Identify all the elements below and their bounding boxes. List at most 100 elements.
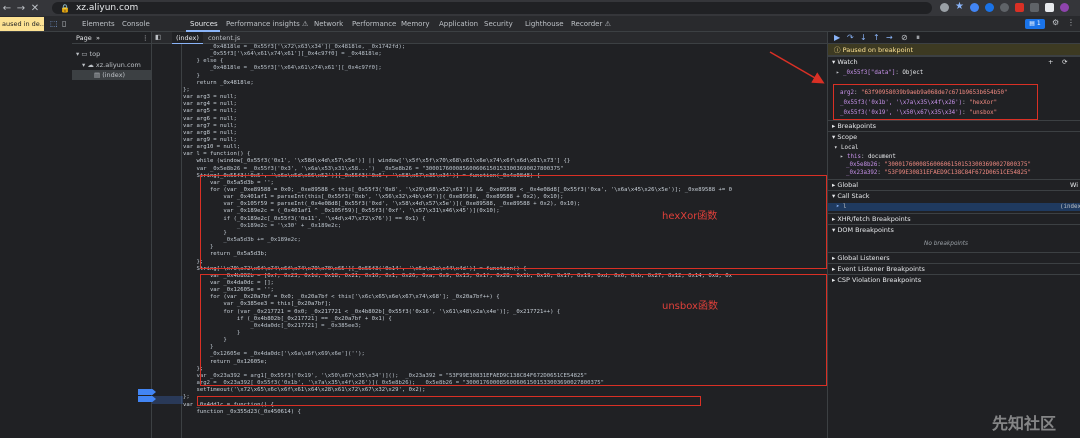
tree-item-top[interactable]: ▾ ▭ top	[76, 49, 100, 59]
inspect-icon[interactable]: ⬚	[50, 19, 58, 28]
tab-recorder[interactable]: Recorder ⚠	[571, 16, 621, 32]
breakpoints-section-header[interactable]: ▸ Breakpoints	[828, 120, 1080, 131]
step-icon[interactable]: →	[886, 33, 893, 42]
line-number[interactable]	[152, 309, 180, 316]
scope-item[interactable]: _0x5e8b26: "3000176000856006061501533003…	[846, 161, 1031, 169]
editor-tab-contentjs[interactable]: content.js	[208, 32, 240, 44]
callstack-frame[interactable]: ➤ l (index	[828, 203, 1080, 211]
device-icon[interactable]: ▯	[62, 19, 66, 28]
pause-on-exceptions-icon[interactable]: ⏸	[916, 33, 920, 43]
forward-icon[interactable]: →	[14, 3, 28, 14]
line-number[interactable]	[152, 344, 180, 351]
line-number[interactable]	[152, 259, 180, 266]
tab-performance-insights[interactable]: Performance insights ⚠	[226, 16, 310, 32]
line-number[interactable]	[152, 137, 180, 144]
refresh-icon[interactable]: ⟳	[1062, 57, 1067, 68]
line-number[interactable]	[152, 158, 180, 165]
line-number[interactable]	[152, 44, 180, 51]
line-number[interactable]	[152, 208, 180, 215]
tab-application[interactable]: Application	[439, 16, 485, 32]
line-number[interactable]	[152, 294, 180, 301]
global-listeners-header[interactable]: ▸ Global Listeners	[828, 252, 1080, 263]
line-number[interactable]	[152, 65, 180, 72]
line-number[interactable]	[152, 301, 180, 308]
line-number[interactable]	[152, 94, 180, 101]
add-icon[interactable]: +	[1048, 57, 1053, 68]
line-number[interactable]	[152, 323, 180, 330]
scope-item[interactable]: ▸ this: document	[840, 153, 896, 161]
issues-badge[interactable]: ▤ 1	[1025, 19, 1045, 29]
scope-local[interactable]: ▾ Local	[834, 144, 858, 152]
share-icon[interactable]	[940, 3, 949, 12]
tab-console[interactable]: Console	[122, 16, 156, 32]
line-number[interactable]	[152, 287, 180, 294]
event-listener-breakpoints-header[interactable]: ▸ Event Listener Breakpoints	[828, 263, 1080, 274]
more-tabs-icon[interactable]: »	[96, 32, 100, 44]
tab-security[interactable]: Security	[484, 16, 518, 32]
line-number[interactable]	[152, 330, 180, 337]
step-out-icon[interactable]: ↑	[873, 33, 880, 42]
line-number[interactable]	[152, 251, 180, 258]
scope-section-header[interactable]: ▾ Scope	[828, 131, 1080, 142]
tab-lighthouse[interactable]: Lighthouse	[525, 16, 569, 32]
tab-memory[interactable]: Memory	[401, 16, 435, 32]
puzzle-icon[interactable]	[1030, 3, 1039, 12]
line-number-gutter[interactable]	[152, 44, 182, 438]
more-icon[interactable]: ⋮	[1067, 18, 1075, 27]
line-number[interactable]	[152, 51, 180, 58]
editor-tab-index[interactable]: (index)	[172, 32, 203, 44]
line-number[interactable]	[152, 101, 180, 108]
line-number[interactable]	[152, 87, 180, 94]
deactivate-breakpoints-icon[interactable]: ⊘	[901, 33, 908, 42]
settings-icon[interactable]: ⚙	[1052, 18, 1059, 27]
extension-icon[interactable]	[1015, 3, 1024, 12]
step-into-icon[interactable]: ↓	[860, 33, 867, 42]
line-number[interactable]	[152, 237, 180, 244]
line-number[interactable]	[152, 201, 180, 208]
line-number[interactable]	[152, 316, 180, 323]
callstack-section-header[interactable]: ▾ Call Stack	[828, 190, 1080, 201]
line-number[interactable]	[152, 280, 180, 287]
tree-item-index[interactable]: ▤ (index)	[72, 70, 151, 80]
line-number[interactable]	[152, 151, 180, 158]
line-number[interactable]	[152, 116, 180, 123]
tab-sources[interactable]: Sources	[186, 16, 220, 32]
tab-page[interactable]: Page	[76, 34, 92, 42]
line-number[interactable]	[152, 266, 180, 273]
line-number[interactable]	[152, 194, 180, 201]
scope-item[interactable]: _0x23a392: "53F99E30831EFAED9C138C84F672…	[846, 169, 1031, 177]
watch-item[interactable]: ▸ _0x55f3["data"]: Object	[836, 69, 923, 77]
line-number[interactable]	[152, 337, 180, 344]
csp-violation-breakpoints-header[interactable]: ▸ CSP Violation Breakpoints	[828, 274, 1080, 285]
line-number[interactable]	[152, 366, 180, 373]
line-number[interactable]	[152, 351, 180, 358]
line-number[interactable]	[152, 273, 180, 280]
line-number[interactable]	[152, 144, 180, 151]
line-number[interactable]	[152, 387, 180, 394]
toggle-navigator-icon[interactable]: ◧	[155, 33, 161, 41]
line-number[interactable]	[152, 409, 180, 416]
step-over-icon[interactable]: ↷	[847, 33, 854, 42]
tab-performance[interactable]: Performance	[352, 16, 398, 32]
xhr-breakpoints-header[interactable]: ▸ XHR/fetch Breakpoints	[828, 213, 1080, 224]
line-number[interactable]	[152, 216, 180, 223]
star-icon[interactable]: ★	[955, 1, 964, 12]
tab-network[interactable]: Network	[314, 16, 348, 32]
extension-icon[interactable]	[970, 3, 979, 12]
line-number[interactable]	[152, 180, 180, 187]
tree-item-domain[interactable]: ▾ ☁ xz.aliyun.com	[82, 60, 141, 70]
sidepanel-icon[interactable]	[1045, 3, 1054, 12]
line-number[interactable]	[152, 187, 180, 194]
close-icon[interactable]: ✕	[28, 3, 42, 14]
line-number[interactable]	[152, 373, 180, 380]
line-number[interactable]	[152, 380, 180, 387]
line-number[interactable]	[152, 130, 180, 137]
watch-section-header[interactable]: ▾ Watch + ⟳	[828, 56, 1080, 67]
extension-icon[interactable]	[1000, 3, 1009, 12]
back-icon[interactable]: ←	[0, 3, 14, 14]
line-number[interactable]	[152, 223, 180, 230]
line-number[interactable]	[152, 80, 180, 87]
line-number[interactable]	[152, 123, 180, 130]
line-number[interactable]	[152, 73, 180, 80]
line-number[interactable]	[152, 359, 180, 366]
